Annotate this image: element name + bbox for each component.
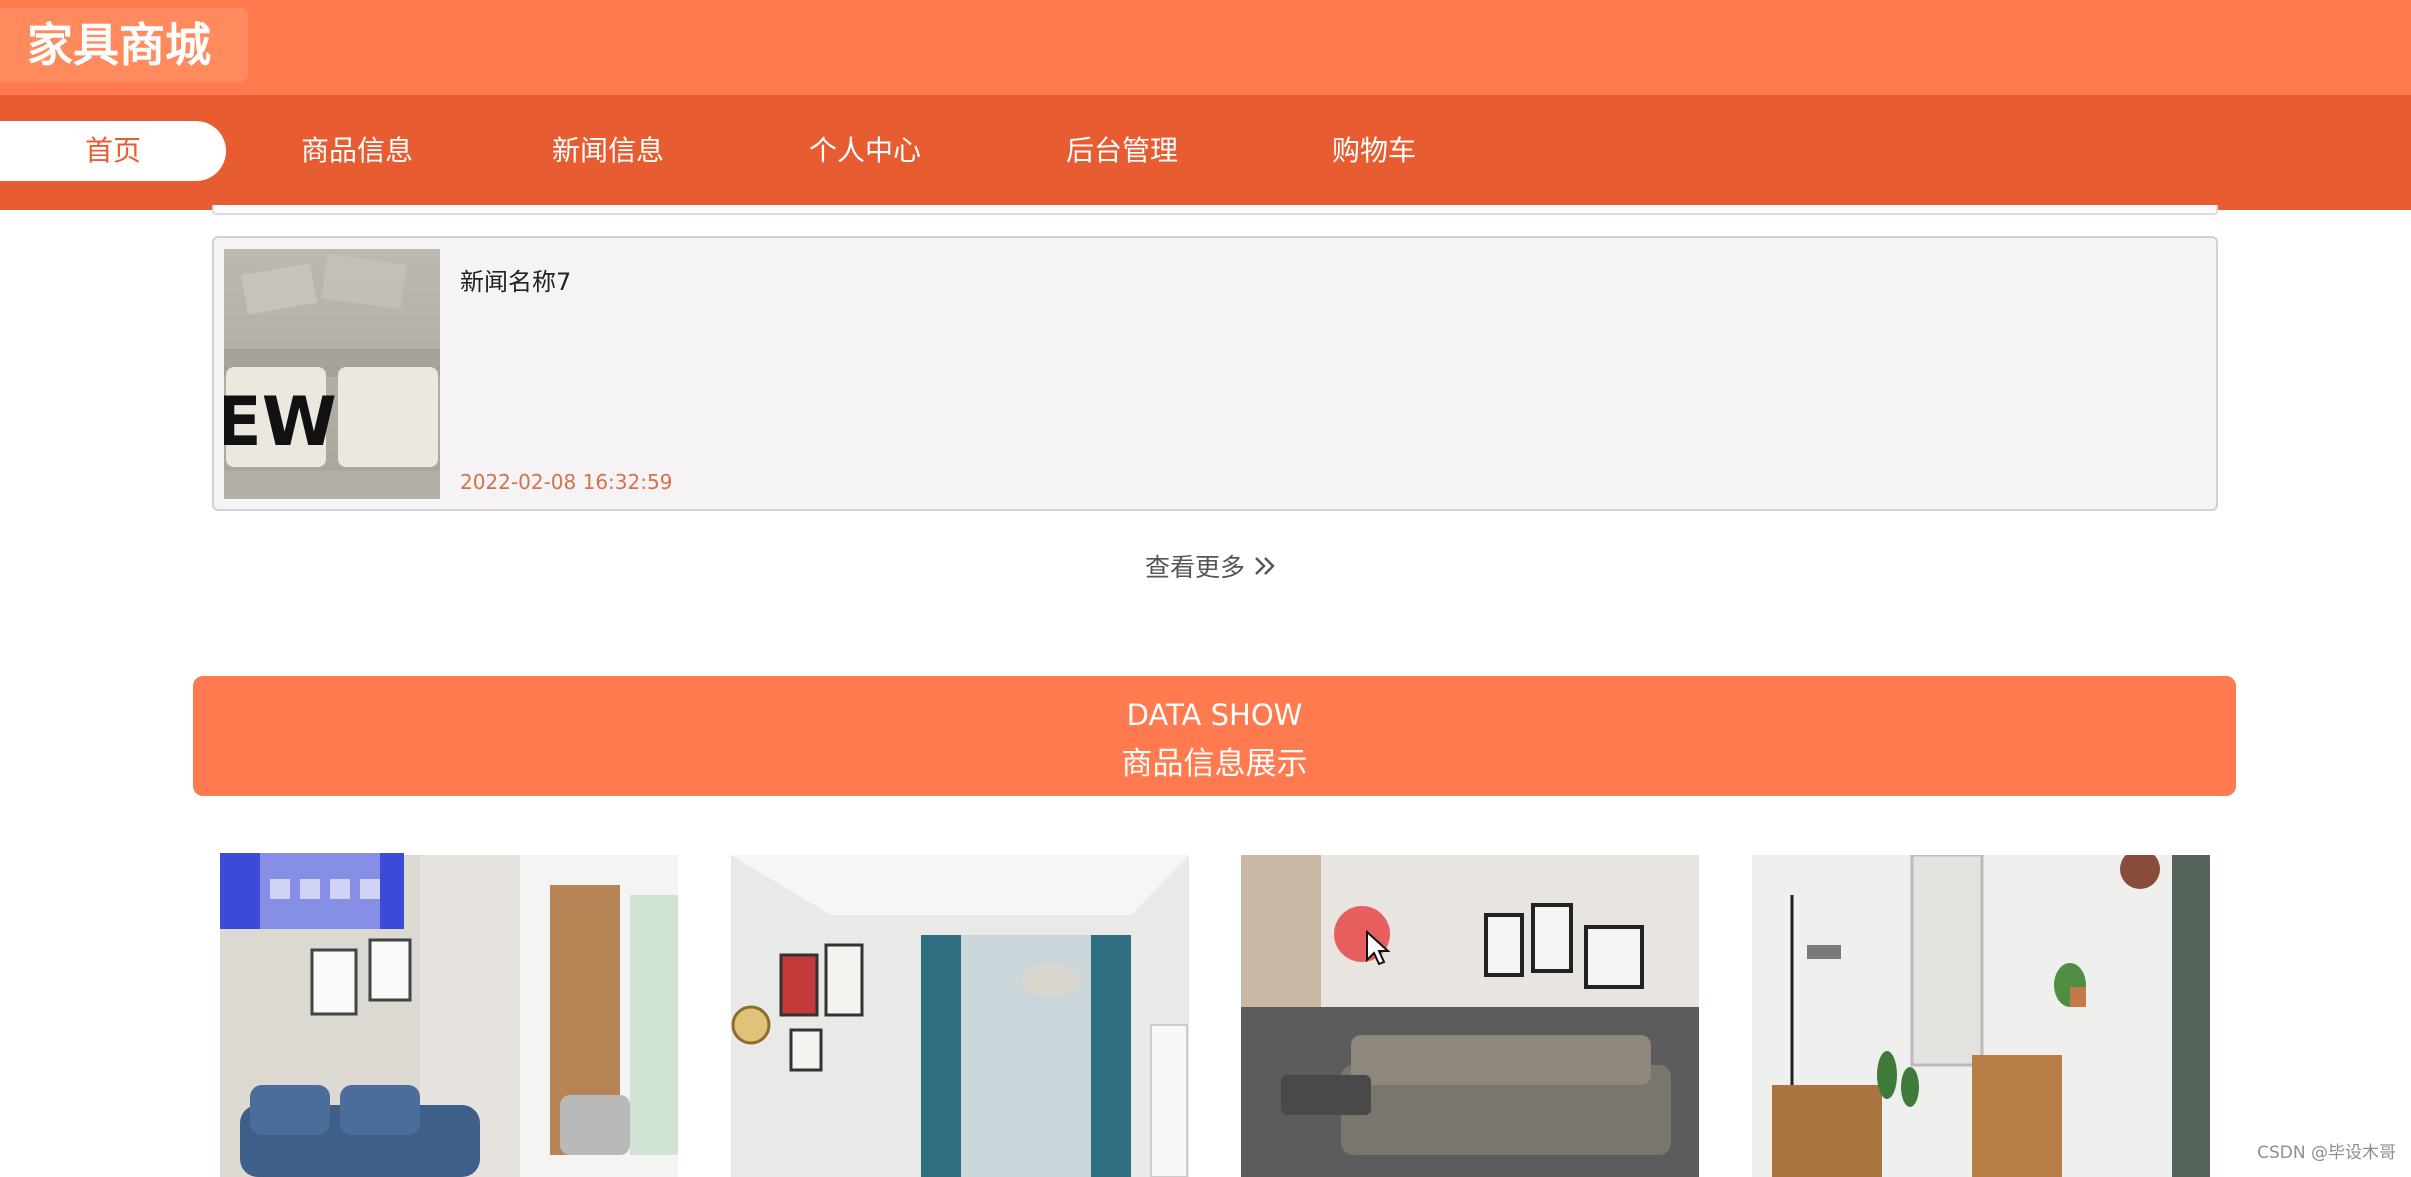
nav-item-home[interactable]: 首页 xyxy=(0,121,226,181)
page: 家具商城 首页 商品信息 新闻信息 个人中心 后台管理 购物车 EW 新闻名称7… xyxy=(0,0,2411,1177)
privacy-blur-overlay xyxy=(220,853,404,929)
news-date: 2022-02-08 16:32:59 xyxy=(460,470,673,494)
product-image[interactable] xyxy=(1752,855,2210,1177)
watermark: CSDN @毕设木哥 xyxy=(2257,1143,2396,1163)
product-card[interactable] xyxy=(1752,855,2210,1177)
news-title[interactable]: 新闻名称7 xyxy=(460,262,571,297)
mouse-pointer-icon xyxy=(1365,929,1391,970)
section-title-cn: 商品信息展示 xyxy=(1121,746,1308,782)
section-banner: DATA SHOW 商品信息展示 xyxy=(193,676,2236,796)
main-nav: 首页 商品信息 新闻信息 个人中心 后台管理 购物车 xyxy=(0,95,2411,210)
nav-item-admin[interactable]: 后台管理 xyxy=(1047,121,1197,181)
nav-item-products[interactable]: 商品信息 xyxy=(282,121,432,181)
view-more-link[interactable]: 查看更多 xyxy=(1145,548,1277,584)
news-thumb-text: EW xyxy=(224,383,337,462)
product-image[interactable] xyxy=(731,855,1189,1177)
nav-item-cart[interactable]: 购物车 xyxy=(1314,121,1434,181)
news-card[interactable]: EW 新闻名称7 2022-02-08 16:32:59 xyxy=(212,236,2218,511)
nav-item-news[interactable]: 新闻信息 xyxy=(533,121,683,181)
product-card[interactable] xyxy=(1241,855,1699,1177)
view-more-label: 查看更多 xyxy=(1145,553,1246,582)
product-image[interactable] xyxy=(1241,855,1699,1177)
news-card-previous-edge xyxy=(212,205,2218,215)
product-card[interactable] xyxy=(731,855,1189,1177)
section-title-en: DATA SHOW xyxy=(1126,698,1303,732)
double-chevron-right-icon xyxy=(1253,555,1277,577)
site-title[interactable]: 家具商城 xyxy=(0,8,248,82)
top-header: 家具商城 xyxy=(0,0,2411,95)
news-thumbnail[interactable]: EW xyxy=(224,249,440,499)
nav-item-personal-center[interactable]: 个人中心 xyxy=(790,121,940,181)
